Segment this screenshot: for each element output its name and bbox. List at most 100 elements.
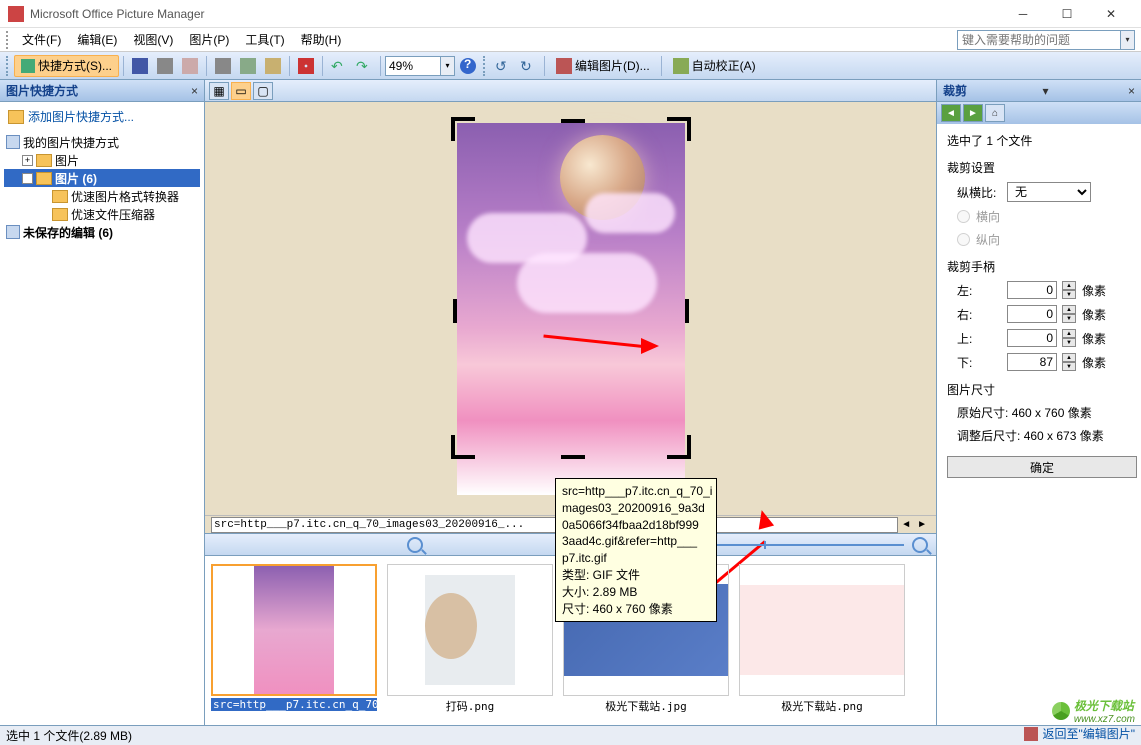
expand-icon[interactable]: + [22, 155, 33, 166]
crop-right-input[interactable] [1007, 305, 1057, 323]
help-dropdown-icon[interactable]: ▾ [1121, 30, 1135, 50]
rotate-right-button[interactable] [516, 55, 540, 77]
mail-button[interactable] [178, 55, 202, 77]
zone-icon [6, 225, 20, 239]
tooltip-line: 3aad4c.gif&refer=http___ [562, 533, 710, 550]
return-edit-link[interactable]: 返回至"编辑图片" [1024, 725, 1135, 742]
help-button[interactable] [456, 55, 480, 77]
grip-icon [6, 31, 11, 49]
crop-handle-tr[interactable] [667, 117, 691, 141]
menu-picture[interactable]: 图片(P) [181, 29, 237, 50]
thumb-image [740, 585, 904, 675]
unit-label: 像素 [1082, 306, 1106, 323]
copy-button[interactable] [236, 55, 260, 77]
canvas[interactable] [205, 102, 936, 515]
tree-root-unsaved[interactable]: 未保存的编辑 (6) [4, 223, 200, 241]
thumbnail-item[interactable]: 极光下载站.png [737, 564, 907, 714]
pane-dropdown-button[interactable]: ▾ [1042, 84, 1048, 98]
redo-button[interactable] [352, 55, 376, 77]
add-shortcut-link[interactable]: 添加图片快捷方式... [0, 102, 204, 131]
rotate-left-button[interactable] [491, 55, 515, 77]
edit-picture-button[interactable]: 编辑图片(D)... [549, 55, 657, 77]
thumbnail-item[interactable]: 打码.png [385, 564, 555, 714]
folder-icon [36, 154, 52, 167]
thumb-image [425, 575, 515, 685]
size-title: 图片尺寸 [947, 381, 1131, 398]
crop-handle-l[interactable] [453, 299, 457, 323]
spin-down[interactable]: ▼ [1062, 290, 1076, 299]
menu-edit[interactable]: 编辑(E) [69, 29, 125, 50]
spin-down[interactable]: ▼ [1062, 338, 1076, 347]
chevron-down-icon[interactable]: ▾ [441, 56, 455, 76]
nav-home-button[interactable]: ⌂ [985, 104, 1005, 122]
return-label: 返回至"编辑图片" [1042, 725, 1135, 742]
thumb-label: 打码.png [446, 698, 495, 714]
spin-up[interactable]: ▲ [1062, 281, 1076, 290]
spin-up[interactable]: ▲ [1062, 353, 1076, 362]
crop-handle-b[interactable] [561, 455, 585, 459]
rotate-right-icon [520, 58, 536, 74]
main-image[interactable] [457, 123, 685, 495]
crop-handle-br[interactable] [667, 435, 691, 459]
next-image-button[interactable]: ► [914, 519, 930, 530]
view-thumbnails-button[interactable]: ▦ [209, 82, 229, 100]
close-button[interactable]: ✕ [1089, 0, 1133, 28]
crop-handle-bl[interactable] [451, 435, 475, 459]
help-search-input[interactable] [957, 30, 1121, 50]
zoom-out-button[interactable] [407, 537, 423, 553]
zoom-input[interactable] [385, 56, 441, 76]
landscape-radio [957, 210, 970, 223]
crop-handle-t[interactable] [561, 119, 585, 123]
auto-correct-button[interactable]: 自动校正(A) [666, 55, 763, 77]
print-button[interactable] [153, 55, 177, 77]
maximize-button[interactable]: ☐ [1045, 0, 1089, 28]
tooltip: src=http___p7.itc.cn_q_70_i mages03_2020… [555, 478, 717, 622]
spin-down[interactable]: ▼ [1062, 314, 1076, 323]
nav-forward-button[interactable]: ► [963, 104, 983, 122]
prev-image-button[interactable]: ◄ [898, 519, 914, 530]
workspace: 图片快捷方式 × 添加图片快捷方式... 我的图片快捷方式 + 图片 − 图片 … [0, 80, 1141, 725]
cut-button[interactable] [211, 55, 235, 77]
tree-item-pictures-6[interactable]: − 图片 (6) [4, 169, 200, 187]
view-filmstrip-button[interactable]: ▭ [231, 82, 251, 100]
aspect-select[interactable]: 无 [1007, 182, 1091, 202]
minimize-button[interactable]: ─ [1001, 0, 1045, 28]
delete-button[interactable] [294, 55, 318, 77]
crop-bottom-input[interactable] [1007, 353, 1057, 371]
menu-help[interactable]: 帮助(H) [293, 29, 350, 50]
menu-tools[interactable]: 工具(T) [237, 29, 292, 50]
nav-back-button[interactable]: ◄ [941, 104, 961, 122]
crop-handle-r[interactable] [685, 299, 689, 323]
shortcuts-button[interactable]: 快捷方式(S)... [14, 55, 119, 77]
edit-picture-label: 编辑图片(D)... [575, 57, 650, 74]
save-button[interactable] [128, 55, 152, 77]
zoom-in-button[interactable] [912, 537, 928, 553]
crop-top-input[interactable] [1007, 329, 1057, 347]
collapse-icon[interactable]: − [22, 173, 33, 184]
view-single-button[interactable]: ▢ [253, 82, 273, 100]
paste-button[interactable] [261, 55, 285, 77]
tree-label: 我的图片快捷方式 [23, 134, 119, 151]
zoom-select[interactable]: ▾ [385, 56, 455, 76]
crop-handle-tl[interactable] [451, 117, 475, 141]
undo-button[interactable] [327, 55, 351, 77]
menu-view[interactable]: 视图(V) [125, 29, 181, 50]
spin-down[interactable]: ▼ [1062, 362, 1076, 371]
close-pane-button[interactable]: × [191, 84, 198, 98]
close-pane-button[interactable]: × [1128, 84, 1135, 98]
zone-icon [6, 135, 20, 149]
cut-icon [215, 58, 231, 74]
tree-root-my-shortcuts[interactable]: 我的图片快捷方式 [4, 133, 200, 151]
status-bar: 选中 1 个文件(2.89 MB) 返回至"编辑图片" [0, 725, 1141, 745]
spin-up[interactable]: ▲ [1062, 305, 1076, 314]
tree-item-compressor[interactable]: 优速文件压缩器 [4, 205, 200, 223]
menu-file[interactable]: 文件(F) [14, 29, 69, 50]
tree-item-pictures[interactable]: + 图片 [4, 151, 200, 169]
shortcuts-pane-header: 图片快捷方式 × [0, 80, 204, 102]
spin-up[interactable]: ▲ [1062, 329, 1076, 338]
title-bar: Microsoft Office Picture Manager ─ ☐ ✕ [0, 0, 1141, 28]
ok-button[interactable]: 确定 [947, 456, 1137, 478]
crop-left-input[interactable] [1007, 281, 1057, 299]
tree-item-converter[interactable]: 优速图片格式转换器 [4, 187, 200, 205]
thumbnail-item[interactable]: src=http___p7.itc.cn_q_70... [209, 564, 379, 711]
